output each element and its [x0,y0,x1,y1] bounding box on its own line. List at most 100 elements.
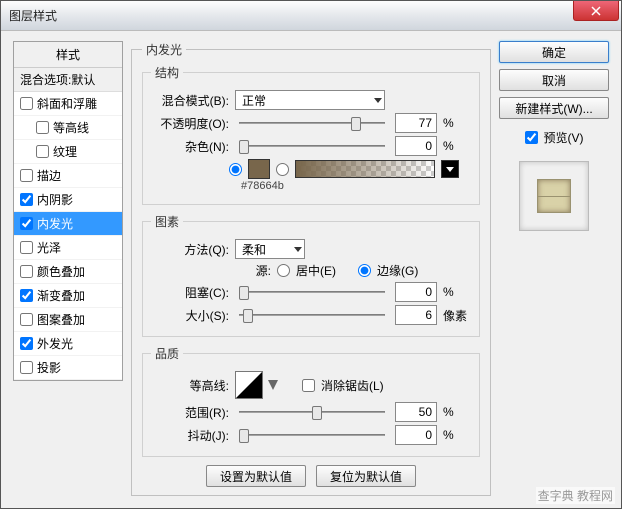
blend-mode-value: 正常 [242,92,266,109]
style-checkbox[interactable] [20,337,33,350]
opacity-slider[interactable] [239,114,385,132]
quality-legend: 品质 [151,345,183,362]
blend-mode-label: 混合模式(B): [151,92,229,109]
choke-input[interactable] [395,282,437,302]
source-center-radio[interactable] [277,264,290,277]
percent-label: % [443,428,471,442]
style-row-4[interactable]: 内阴影 [14,188,122,212]
style-label: 投影 [37,359,61,376]
style-checkbox[interactable] [20,193,33,206]
method-label: 方法(Q): [151,241,229,258]
size-label: 大小(S): [151,307,229,324]
opacity-input[interactable] [395,113,437,133]
source-label: 源: [151,262,271,279]
style-label: 斜面和浮雕 [37,95,97,112]
style-checkbox[interactable] [20,169,33,182]
choke-label: 阻塞(C): [151,284,229,301]
cancel-button[interactable]: 取消 [499,69,609,91]
method-select[interactable]: 柔和 [235,239,305,259]
chevron-down-icon[interactable] [268,380,278,390]
range-input[interactable] [395,402,437,422]
style-checkbox[interactable] [20,313,33,326]
style-row-11[interactable]: 投影 [14,356,122,380]
window-title: 图层样式 [9,7,57,24]
color-swatch[interactable] [248,159,270,179]
style-list: 样式 混合选项:默认 斜面和浮雕等高线纹理描边内阴影内发光光泽颜色叠加渐变叠加图… [13,41,123,381]
style-checkbox[interactable] [36,121,49,134]
contour-picker[interactable] [235,371,263,399]
size-input[interactable] [395,305,437,325]
style-checkbox[interactable] [20,217,33,230]
style-row-9[interactable]: 图案叠加 [14,308,122,332]
style-checkbox[interactable] [36,145,49,158]
style-row-10[interactable]: 外发光 [14,332,122,356]
preview-checkbox[interactable] [525,131,538,144]
color-gradient-radio[interactable] [276,163,289,176]
style-label: 外发光 [37,335,73,352]
method-value: 柔和 [242,241,266,258]
style-label: 内发光 [37,215,73,232]
percent-label: % [443,116,471,130]
reset-default-button[interactable]: 复位为默认值 [316,465,416,487]
blend-mode-select[interactable]: 正常 [235,90,385,110]
choke-slider[interactable] [239,283,385,301]
style-row-3[interactable]: 描边 [14,164,122,188]
style-label: 纹理 [53,143,77,160]
antialias-checkbox[interactable] [302,379,315,392]
gradient-preview[interactable] [295,160,435,178]
style-row-5[interactable]: 内发光 [14,212,122,236]
inner-glow-panel: 内发光 结构 混合模式(B): 正常 不透明度(O): [131,41,491,496]
style-checkbox[interactable] [20,97,33,110]
style-checkbox[interactable] [20,289,33,302]
noise-slider[interactable] [239,137,385,155]
color-solid-radio[interactable] [229,163,242,176]
ok-button[interactable]: 确定 [499,41,609,63]
jitter-slider[interactable] [239,426,385,444]
percent-label: % [443,285,471,299]
style-checkbox[interactable] [20,241,33,254]
set-default-button[interactable]: 设置为默认值 [206,465,306,487]
panel-title: 内发光 [142,41,186,58]
style-row-8[interactable]: 渐变叠加 [14,284,122,308]
source-edge-label: 边缘(G) [377,262,418,279]
range-slider[interactable] [239,403,385,421]
style-checkbox[interactable] [20,265,33,278]
antialias-label: 消除锯齿(L) [321,377,384,394]
contour-label: 等高线: [151,377,229,394]
style-row-2[interactable]: 纹理 [14,140,122,164]
size-slider[interactable] [239,306,385,324]
style-row-1[interactable]: 等高线 [14,116,122,140]
elements-legend: 图素 [151,213,183,230]
noise-label: 杂色(N): [151,138,229,155]
percent-label: % [443,139,471,153]
blend-options-row[interactable]: 混合选项:默认 [14,68,122,92]
preview-thumbnail [519,161,589,231]
source-edge-radio[interactable] [358,264,371,277]
px-label: 像素 [443,307,471,324]
quality-group: 品质 等高线: 消除锯齿(L) 范围(R): % [142,345,480,457]
elements-group: 图素 方法(Q): 柔和 源: 居中(E) 边 [142,213,480,337]
style-label: 颜色叠加 [37,263,85,280]
new-style-button[interactable]: 新建样式(W)... [499,97,609,119]
style-row-7[interactable]: 颜色叠加 [14,260,122,284]
style-label: 等高线 [53,119,89,136]
preview-label: 预览(V) [544,129,584,146]
source-center-label: 居中(E) [296,262,336,279]
watermark-text: 查字典 教程网 [536,487,615,504]
style-row-6[interactable]: 光泽 [14,236,122,260]
titlebar[interactable]: 图层样式 [1,1,621,31]
style-label: 光泽 [37,239,61,256]
style-row-0[interactable]: 斜面和浮雕 [14,92,122,116]
layer-style-dialog: 图层样式 样式 混合选项:默认 斜面和浮雕等高线纹理描边内阴影内发光光泽颜色叠加… [0,0,622,509]
style-list-header[interactable]: 样式 [14,42,122,68]
gradient-dropdown[interactable] [441,160,459,178]
style-label: 描边 [37,167,61,184]
color-hex-label: #78664b [241,180,471,192]
jitter-input[interactable] [395,425,437,445]
structure-legend: 结构 [151,64,183,81]
style-checkbox[interactable] [20,361,33,374]
chevron-down-icon [446,167,454,172]
noise-input[interactable] [395,136,437,156]
close-button[interactable] [573,1,619,21]
structure-group: 结构 混合模式(B): 正常 不透明度(O): % [142,64,480,205]
